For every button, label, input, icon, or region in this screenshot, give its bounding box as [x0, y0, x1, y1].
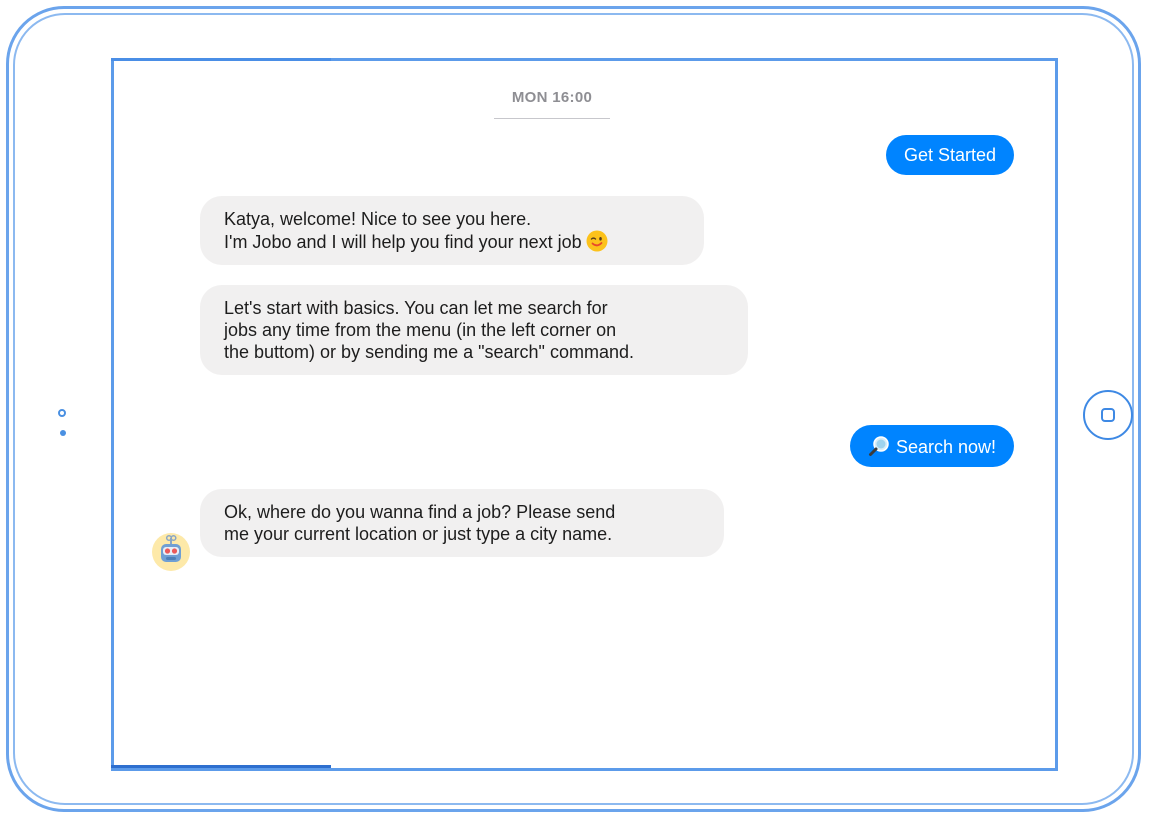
chat-timestamp: MON 16:00	[511, 89, 593, 106]
screen-edge-accent-bottom	[111, 765, 331, 768]
basics-line-3: the buttom) or by sending me a "search" …	[224, 342, 634, 362]
camera-ring-icon	[58, 409, 66, 417]
screen-edge-accent-top	[111, 58, 331, 61]
home-button[interactable]	[1083, 390, 1133, 440]
timestamp-divider	[494, 118, 610, 119]
robot-avatar-icon	[151, 532, 191, 572]
basics-line-1: Let's start with basics. You can let me …	[224, 298, 608, 318]
basics-line-2: jobs any time from the menu (in the left…	[224, 320, 617, 340]
location-message-bubble: Ok, where do you wanna find a job? Pleas…	[200, 489, 724, 557]
camera-dot-icon	[60, 430, 66, 436]
home-square-icon	[1101, 408, 1115, 422]
welcome-line-2: I'm Jobo and I will help you find your n…	[224, 230, 680, 253]
welcome-message-bubble: Katya, welcome! Nice to see you here. I'…	[200, 196, 704, 265]
location-line-2: me your current location or just type a …	[224, 524, 613, 544]
chat-screen: MON 16:00 Get Started Katya, welcome! Ni…	[111, 58, 1058, 771]
search-now-button[interactable]: Search now!	[849, 425, 1014, 467]
basics-message-bubble: Let's start with basics. You can let me …	[200, 285, 748, 375]
tablet-device: MON 16:00 Get Started Katya, welcome! Ni…	[0, 0, 1151, 822]
location-line-1: Ok, where do you wanna find a job? Pleas…	[224, 502, 616, 522]
magnifying-glass-icon	[868, 435, 890, 457]
get-started-button[interactable]: Get Started	[885, 135, 1014, 175]
welcome-line-2-text: I'm Jobo and I will help you find your n…	[224, 232, 582, 252]
search-now-label: Search now!	[895, 437, 996, 457]
welcome-line-1: Katya, welcome! Nice to see you here.	[224, 209, 532, 229]
winking-face-emoji-icon	[586, 230, 608, 252]
